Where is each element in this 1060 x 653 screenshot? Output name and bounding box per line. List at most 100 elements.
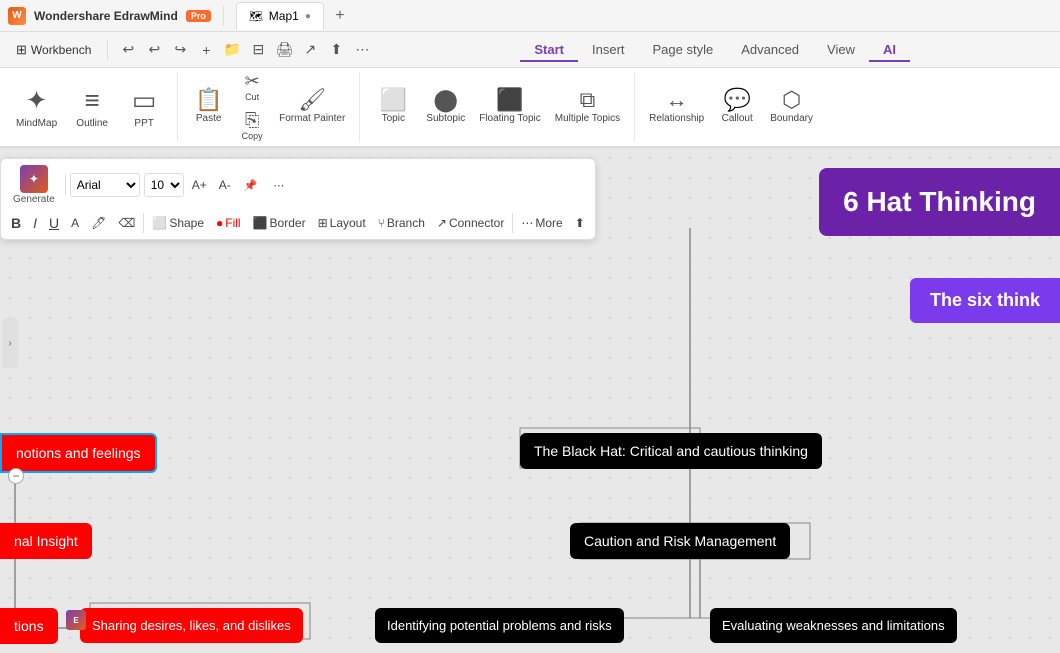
edraw-watermark: E — [66, 610, 86, 630]
export-button[interactable]: ⬆ — [324, 38, 348, 62]
paste-button[interactable]: 📋 Paste — [186, 85, 231, 129]
format-painter-icon: 🖌 — [298, 89, 326, 111]
float-pin-button[interactable]: 📌 — [239, 173, 263, 197]
branch-button[interactable]: ⑂ Branch — [374, 211, 429, 235]
font-select[interactable]: Arial — [70, 173, 140, 197]
collapse-button[interactable]: ⬆ — [571, 211, 589, 235]
evaluating-node[interactable]: Evaluating weaknesses and limitations — [710, 608, 957, 643]
shape-label: Shape — [169, 216, 204, 230]
tions-node[interactable]: tions — [0, 608, 58, 644]
outline-icon: ≡ — [85, 85, 100, 116]
copy-icon: ⎘ — [245, 111, 259, 129]
generate-button[interactable]: ✦ Generate — [7, 163, 61, 207]
border-button[interactable]: ⬛ Border — [249, 211, 310, 235]
highlight-button[interactable]: 🖊 — [87, 211, 110, 235]
tab-page-style[interactable]: Page style — [639, 38, 728, 61]
topic-button[interactable]: ⬜ Topic — [368, 85, 418, 129]
redo-button[interactable]: ↪ — [168, 38, 192, 62]
caution-node[interactable]: Caution and Risk Management — [570, 523, 790, 559]
multiple-topics-icon: ⧉ — [580, 89, 596, 111]
layout-icon: ⊞ — [318, 216, 328, 230]
mindmap-icon: ✦ — [26, 85, 48, 116]
eraser-button[interactable]: ⌫ — [114, 211, 139, 235]
format-painter-button[interactable]: 🖌 Format Painter — [273, 85, 351, 129]
tab-insert[interactable]: Insert — [578, 38, 639, 61]
insight-node[interactable]: nal Insight — [0, 523, 92, 559]
panel-collapse-button[interactable]: › — [2, 318, 18, 368]
new-button[interactable]: + — [194, 38, 218, 62]
identifying-node[interactable]: Identifying potential problems and risks — [375, 608, 624, 643]
separator — [223, 6, 224, 26]
add-tab-button[interactable]: + — [328, 4, 352, 28]
toolbar-actions: ↩ ↩ ↪ + 📁 ⊟ 🖨 ↗ ⬆ ⋯ — [116, 38, 374, 62]
ppt-button[interactable]: ▭ PPT — [119, 81, 169, 133]
float-expand-button[interactable]: ⋯ — [267, 173, 291, 197]
mindmap-button[interactable]: ✦ MindMap — [8, 81, 65, 133]
pages-button[interactable]: ⊟ — [246, 38, 270, 62]
app-logo: W — [8, 7, 26, 25]
collapse-indicator[interactable]: − — [8, 468, 24, 484]
topic-group: ⬜ Topic ⬤ Subtopic ⬛ Floating Topic ⧉ Mu… — [360, 72, 635, 142]
boundary-label: Boundary — [770, 113, 813, 125]
underline-button[interactable]: U — [45, 211, 63, 235]
tab-start-label: Start — [534, 42, 564, 57]
callout-button[interactable]: 💬 Callout — [712, 85, 762, 129]
undo-button[interactable]: ↩ — [116, 38, 140, 62]
emotions-node[interactable]: notions and feelings — [0, 433, 157, 473]
more-button[interactable]: ⋯ — [350, 38, 374, 62]
sharing-node[interactable]: Sharing desires, likes, and dislikes — [80, 608, 303, 643]
open-button[interactable]: 📁 — [220, 38, 244, 62]
floating-topic-label: Floating Topic — [479, 113, 541, 125]
print-button[interactable]: 🖨 — [272, 38, 296, 62]
connector-button[interactable]: ↗ Connector — [433, 211, 508, 235]
branch-label: Branch — [387, 216, 425, 230]
ft-sep3 — [512, 213, 513, 233]
tab-start[interactable]: Start — [520, 38, 578, 61]
boundary-button[interactable]: ⬡ Boundary — [764, 85, 819, 129]
sub-node[interactable]: The six think — [910, 278, 1060, 323]
subtopic-button[interactable]: ⬤ Subtopic — [420, 85, 471, 129]
pro-badge: Pro — [186, 10, 211, 22]
bold-button[interactable]: B — [7, 211, 25, 235]
relationship-button[interactable]: ↔ Relationship — [643, 85, 710, 129]
tab-icon: 🗺 — [249, 10, 263, 23]
increase-font-button[interactable]: A+ — [188, 173, 211, 197]
floating-topic-icon: ⬛ — [496, 89, 523, 111]
evaluating-node-text: Evaluating weaknesses and limitations — [722, 618, 945, 633]
connectors-group: ↔ Relationship 💬 Callout ⬡ Boundary — [635, 72, 827, 142]
chevron-right-icon: › — [8, 338, 11, 349]
fill-button[interactable]: ● Fill — [212, 211, 245, 235]
cut-button[interactable]: ✂ Cut — [233, 70, 271, 105]
italic-button[interactable]: I — [29, 211, 41, 235]
copy-button[interactable]: ⎘ Copy — [233, 109, 271, 144]
topic-icon: ⬜ — [380, 89, 407, 111]
workbench-button[interactable]: ⊞ Workbench — [8, 38, 99, 62]
central-node[interactable]: 6 Hat Thinking — [819, 168, 1060, 236]
map1-tab[interactable]: 🗺 Map1 ● — [236, 2, 324, 30]
outline-button[interactable]: ≡ Outline — [67, 81, 117, 133]
black-hat-node[interactable]: The Black Hat: Critical and cautious thi… — [520, 433, 822, 469]
tab-advanced[interactable]: Advanced — [727, 38, 813, 61]
view-group: ✦ MindMap ≡ Outline ▭ PPT — [0, 72, 178, 142]
menu-bar: ⊞ Workbench ↩ ↩ ↪ + 📁 ⊟ 🖨 ↗ ⬆ ⋯ Start In… — [0, 32, 1060, 68]
layout-button[interactable]: ⊞ Layout — [314, 211, 370, 235]
relationship-icon: ↔ — [666, 89, 688, 111]
more-options-button[interactable]: ⋯ More — [517, 211, 566, 235]
font-color-button[interactable]: A — [67, 211, 83, 235]
tab-ai[interactable]: AI — [869, 38, 910, 61]
decrease-font-button[interactable]: A- — [215, 173, 235, 197]
tab-view[interactable]: View — [813, 38, 869, 61]
canvas-area[interactable]: ✦ Generate Arial 10 A+ A- 📌 ⋯ B I U A 🖊 … — [0, 148, 1060, 653]
sep1 — [107, 40, 108, 60]
ppt-label: PPT — [134, 118, 153, 129]
generate-icon: ✦ — [20, 165, 48, 193]
multiple-topics-button[interactable]: ⧉ Multiple Topics — [549, 85, 626, 129]
size-select[interactable]: 10 — [144, 173, 184, 197]
shape-button[interactable]: ⬜ Shape — [148, 211, 208, 235]
tab-page-style-label: Page style — [653, 42, 714, 57]
cut-icon: ✂ — [245, 72, 260, 90]
share-button[interactable]: ↗ — [298, 38, 322, 62]
undo2-button[interactable]: ↩ — [142, 38, 166, 62]
floating-topic-button[interactable]: ⬛ Floating Topic — [473, 85, 547, 129]
connector-icon: ↗ — [437, 216, 447, 230]
